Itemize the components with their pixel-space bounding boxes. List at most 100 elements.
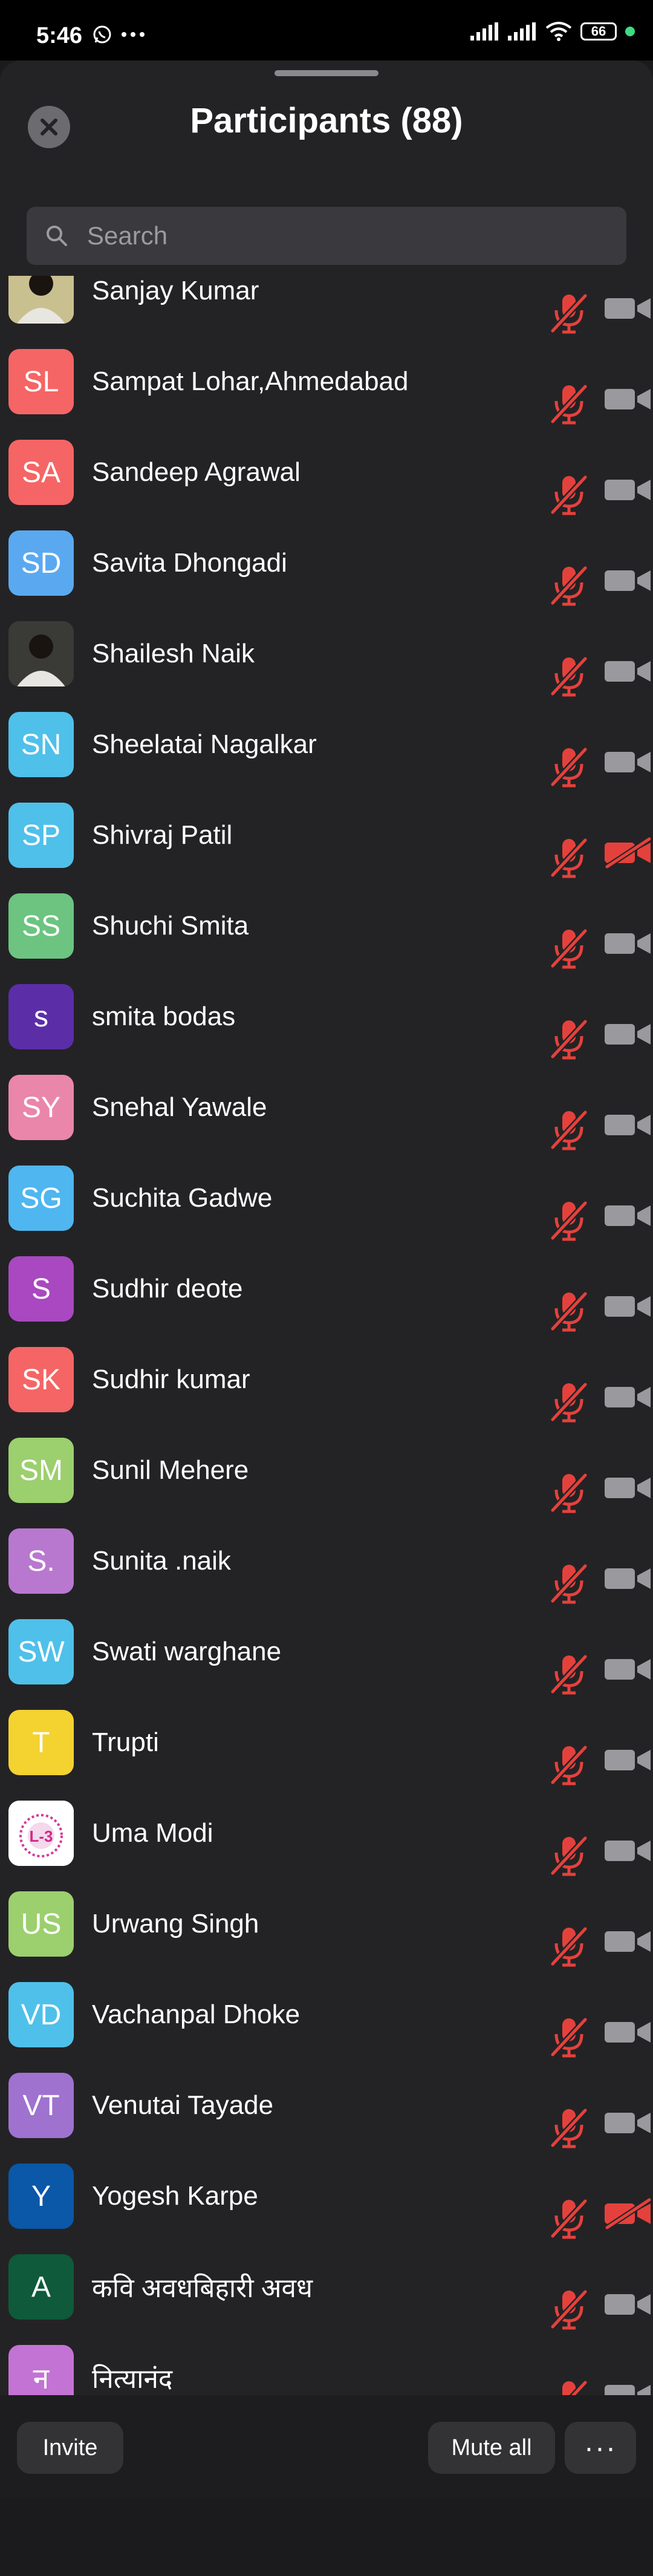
participant-name: Sampat Lohar,Ahmedabad bbox=[92, 367, 409, 396]
mic-muted-icon[interactable] bbox=[548, 835, 590, 880]
video-icon[interactable] bbox=[602, 2105, 653, 2139]
person-photo-icon bbox=[8, 621, 74, 686]
video-icon[interactable] bbox=[602, 291, 653, 325]
participant-row[interactable]: SA Sandeep Agrawal bbox=[0, 427, 653, 518]
video-off-icon[interactable] bbox=[602, 2196, 653, 2230]
participant-row[interactable]: न नित्यानंद bbox=[0, 2332, 653, 2395]
mute-all-button[interactable]: Mute all bbox=[428, 2422, 555, 2474]
mic-muted-icon[interactable] bbox=[548, 563, 590, 608]
avatar: S bbox=[8, 1256, 74, 1322]
video-icon[interactable] bbox=[602, 1924, 653, 1958]
participant-row[interactable]: Sanjay Kumar bbox=[0, 276, 653, 336]
search-input[interactable] bbox=[86, 221, 608, 251]
video-icon[interactable] bbox=[602, 2378, 653, 2395]
participant-name: Swati warghane bbox=[92, 1637, 282, 1666]
video-off-icon[interactable] bbox=[602, 835, 653, 869]
video-icon[interactable] bbox=[602, 1470, 653, 1504]
wifi-icon bbox=[545, 22, 572, 41]
mic-muted-icon[interactable] bbox=[548, 2378, 590, 2395]
mic-muted-icon[interactable] bbox=[548, 1470, 590, 1515]
avatar: SG bbox=[8, 1166, 74, 1231]
video-icon[interactable] bbox=[602, 472, 653, 506]
participant-row[interactable]: SS Shuchi Smita bbox=[0, 881, 653, 971]
status-time: 5:46 bbox=[36, 23, 83, 48]
mic-muted-icon[interactable] bbox=[548, 2015, 590, 2059]
mic-muted-icon[interactable] bbox=[548, 745, 590, 789]
status-bar: 5:46 66 bbox=[0, 0, 653, 60]
participant-name: Sheelatai Nagalkar bbox=[92, 729, 317, 759]
video-icon[interactable] bbox=[602, 1289, 653, 1323]
mic-muted-icon[interactable] bbox=[548, 1198, 590, 1243]
participant-row[interactable]: T Trupti bbox=[0, 1697, 653, 1788]
participant-row[interactable]: SK Sudhir kumar bbox=[0, 1334, 653, 1425]
mic-muted-icon[interactable] bbox=[548, 1380, 590, 1424]
participant-name: Trupti bbox=[92, 1727, 159, 1757]
participant-row[interactable]: SP Shivraj Patil bbox=[0, 790, 653, 881]
video-icon[interactable] bbox=[602, 1561, 653, 1595]
mic-muted-icon[interactable] bbox=[548, 654, 590, 699]
video-icon[interactable] bbox=[602, 654, 653, 688]
participant-name: कवि अवधबिहारी अवध bbox=[92, 2274, 313, 2303]
sheet-drag-handle[interactable] bbox=[275, 70, 378, 76]
participant-list-viewport[interactable]: Sanjay Kumar SL Sampat Lohar,Ahmedabad SA Sa… bbox=[0, 276, 653, 2395]
mic-muted-icon[interactable] bbox=[548, 1017, 590, 1061]
avatar-initials: न bbox=[33, 2362, 50, 2395]
video-icon[interactable] bbox=[602, 1743, 653, 1776]
mic-muted-icon[interactable] bbox=[548, 291, 590, 336]
video-icon[interactable] bbox=[602, 1380, 653, 1414]
video-icon[interactable] bbox=[602, 1198, 653, 1232]
participant-row[interactable]: Shailesh Naik bbox=[0, 608, 653, 699]
participant-row[interactable]: S. Sunita .naik bbox=[0, 1516, 653, 1606]
participant-row[interactable]: L-3 Uma Modi bbox=[0, 1788, 653, 1879]
mic-muted-icon[interactable] bbox=[548, 2287, 590, 2332]
mic-muted-icon[interactable] bbox=[548, 1833, 590, 1878]
more-options-button[interactable]: ··· bbox=[565, 2422, 636, 2474]
mic-muted-icon[interactable] bbox=[548, 1652, 590, 1697]
avatar: SA bbox=[8, 440, 74, 505]
more-notifications-icon bbox=[122, 32, 145, 37]
video-icon[interactable] bbox=[602, 2287, 653, 2321]
participant-row[interactable]: SN Sheelatai Nagalkar bbox=[0, 699, 653, 790]
participant-row[interactable]: S Sudhir deote bbox=[0, 1244, 653, 1334]
mic-muted-icon[interactable] bbox=[548, 1743, 590, 1787]
privacy-dot bbox=[625, 27, 635, 36]
mic-muted-icon[interactable] bbox=[548, 472, 590, 517]
participant-row[interactable]: US Urwang Singh bbox=[0, 1879, 653, 1969]
video-icon[interactable] bbox=[602, 382, 653, 416]
participant-name: Suchita Gadwe bbox=[92, 1183, 273, 1213]
mic-muted-icon[interactable] bbox=[548, 1107, 590, 1152]
participant-name: Sudhir kumar bbox=[92, 1365, 250, 1394]
video-icon[interactable] bbox=[602, 745, 653, 778]
video-icon[interactable] bbox=[602, 926, 653, 960]
video-icon[interactable] bbox=[602, 1017, 653, 1051]
participant-row[interactable]: SY Snehal Yawale bbox=[0, 1062, 653, 1153]
video-icon[interactable] bbox=[602, 1652, 653, 1686]
mic-muted-icon[interactable] bbox=[548, 2105, 590, 2150]
participant-row[interactable]: SM Sunil Mehere bbox=[0, 1425, 653, 1516]
avatar-initials: SS bbox=[21, 910, 61, 942]
participant-row[interactable]: SG Suchita Gadwe bbox=[0, 1153, 653, 1244]
mic-muted-icon[interactable] bbox=[548, 1289, 590, 1334]
mic-muted-icon[interactable] bbox=[548, 1924, 590, 1969]
avatar: SD bbox=[8, 530, 74, 596]
participant-row[interactable]: A कवि अवधबिहारी अवध bbox=[0, 2242, 653, 2332]
video-icon[interactable] bbox=[602, 2015, 653, 2049]
video-icon[interactable] bbox=[602, 1107, 653, 1141]
participant-row[interactable]: SW Swati warghane bbox=[0, 1606, 653, 1697]
search-box[interactable] bbox=[27, 207, 626, 265]
participant-row[interactable]: Y Yogesh Karpe bbox=[0, 2151, 653, 2242]
mic-muted-icon[interactable] bbox=[548, 1561, 590, 1606]
participant-row[interactable]: VD Vachanpal Dhoke bbox=[0, 1969, 653, 2060]
mic-muted-icon[interactable] bbox=[548, 926, 590, 971]
invite-button[interactable]: Invite bbox=[17, 2422, 123, 2474]
video-icon[interactable] bbox=[602, 1833, 653, 1867]
mic-muted-icon[interactable] bbox=[548, 2196, 590, 2241]
participant-row[interactable]: SL Sampat Lohar,Ahmedabad bbox=[0, 336, 653, 427]
participant-row[interactable]: SD Savita Dhongadi bbox=[0, 518, 653, 608]
mic-muted-icon[interactable] bbox=[548, 382, 590, 426]
video-icon[interactable] bbox=[602, 563, 653, 597]
avatar: SW bbox=[8, 1619, 74, 1684]
participant-row[interactable]: s smita bodas bbox=[0, 971, 653, 1062]
participant-row[interactable]: VT Venutai Tayade bbox=[0, 2060, 653, 2151]
participant-name: Shailesh Naik bbox=[92, 639, 255, 668]
